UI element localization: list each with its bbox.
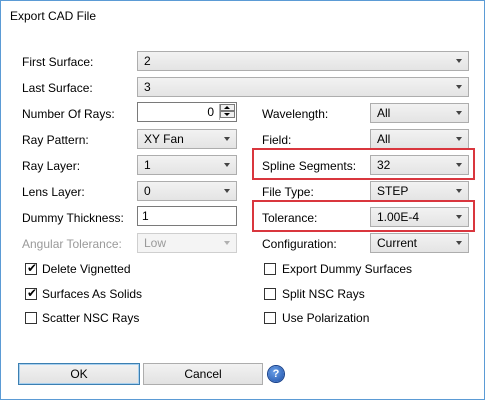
chevron-down-icon — [456, 59, 462, 63]
chevron-down-icon — [456, 111, 462, 115]
configuration-select[interactable]: Current — [370, 233, 469, 253]
ray-pattern-label: Ray Pattern: — [22, 133, 89, 147]
configuration-value: Current — [377, 236, 418, 250]
chevron-down-icon — [224, 241, 230, 245]
scatter-nsc-rays-label[interactable]: Scatter NSC Rays — [42, 311, 139, 325]
lens-layer-select[interactable]: 0 — [137, 181, 237, 201]
first-surface-select[interactable]: 2 — [137, 51, 469, 71]
export-dummy-surfaces-checkbox[interactable] — [264, 263, 276, 275]
field-value: All — [377, 132, 391, 146]
split-nsc-rays-label[interactable]: Split NSC Rays — [282, 287, 365, 301]
use-polarization-label[interactable]: Use Polarization — [282, 311, 369, 325]
lens-layer-value: 0 — [144, 184, 151, 198]
ray-layer-select[interactable]: 1 — [137, 155, 237, 175]
number-of-rays-label: Number Of Rays: — [22, 107, 115, 121]
lens-layer-label: Lens Layer: — [22, 185, 85, 199]
checkmark-icon: ✔ — [27, 261, 38, 275]
chevron-down-icon — [456, 85, 462, 89]
last-surface-value: 3 — [144, 80, 151, 94]
field-select[interactable]: All — [370, 129, 469, 149]
file-type-select[interactable]: STEP — [370, 181, 469, 201]
surfaces-as-solids-checkbox[interactable]: ✔ — [25, 286, 38, 300]
use-polarization-checkbox[interactable] — [264, 312, 276, 324]
export-dummy-surfaces-label[interactable]: Export Dummy Surfaces — [282, 262, 412, 276]
dummy-thickness-label: Dummy Thickness: — [22, 211, 124, 225]
spline-segments-highlight — [252, 148, 475, 180]
chevron-down-icon — [456, 241, 462, 245]
file-type-label: File Type: — [262, 185, 314, 199]
chevron-down-icon — [224, 189, 230, 193]
help-icon[interactable]: ? — [268, 366, 284, 382]
scatter-nsc-rays-checkbox[interactable] — [25, 312, 37, 324]
ray-layer-label: Ray Layer: — [22, 159, 81, 173]
ray-pattern-select[interactable]: XY Fan — [137, 129, 237, 149]
dummy-thickness-field[interactable] — [137, 206, 237, 226]
wavelength-label: Wavelength: — [262, 107, 329, 121]
ray-layer-value: 1 — [144, 158, 151, 172]
spin-up-icon[interactable] — [220, 104, 235, 111]
ok-button[interactable]: OK — [18, 363, 140, 385]
split-nsc-rays-checkbox[interactable] — [264, 288, 276, 300]
dialog-title: Export CAD File — [10, 9, 97, 23]
ray-pattern-value: XY Fan — [144, 132, 184, 146]
spin-buttons[interactable] — [219, 104, 235, 120]
dummy-thickness-input[interactable] — [138, 207, 236, 225]
last-surface-label: Last Surface: — [22, 81, 93, 95]
checkmark-icon: ✔ — [27, 286, 38, 300]
wavelength-select[interactable]: All — [370, 103, 469, 123]
spin-down-icon[interactable] — [220, 111, 235, 118]
number-of-rays-stepper[interactable] — [137, 102, 237, 122]
chevron-down-icon — [224, 137, 230, 141]
delete-vignetted-label[interactable]: Delete Vignetted — [42, 262, 131, 276]
file-type-value: STEP — [377, 184, 409, 198]
first-surface-value: 2 — [144, 54, 151, 68]
angular-tolerance-label: Angular Tolerance: — [22, 237, 122, 251]
field-label: Field: — [262, 133, 292, 147]
angular-tolerance-value: Low — [144, 236, 167, 250]
chevron-down-icon — [456, 137, 462, 141]
last-surface-select[interactable]: 3 — [137, 77, 469, 97]
first-surface-label: First Surface: — [22, 55, 94, 69]
surfaces-as-solids-label[interactable]: Surfaces As Solids — [42, 287, 142, 301]
chevron-down-icon — [224, 163, 230, 167]
wavelength-value: All — [377, 106, 391, 120]
chevron-down-icon — [456, 189, 462, 193]
configuration-label: Configuration: — [262, 237, 337, 251]
tolerance-highlight — [252, 200, 475, 232]
angular-tolerance-select: Low — [137, 233, 237, 253]
export-cad-dialog: Export CAD File First Surface: 2 Last Su… — [0, 0, 485, 400]
delete-vignetted-checkbox[interactable]: ✔ — [25, 261, 38, 275]
cancel-button[interactable]: Cancel — [143, 363, 263, 385]
